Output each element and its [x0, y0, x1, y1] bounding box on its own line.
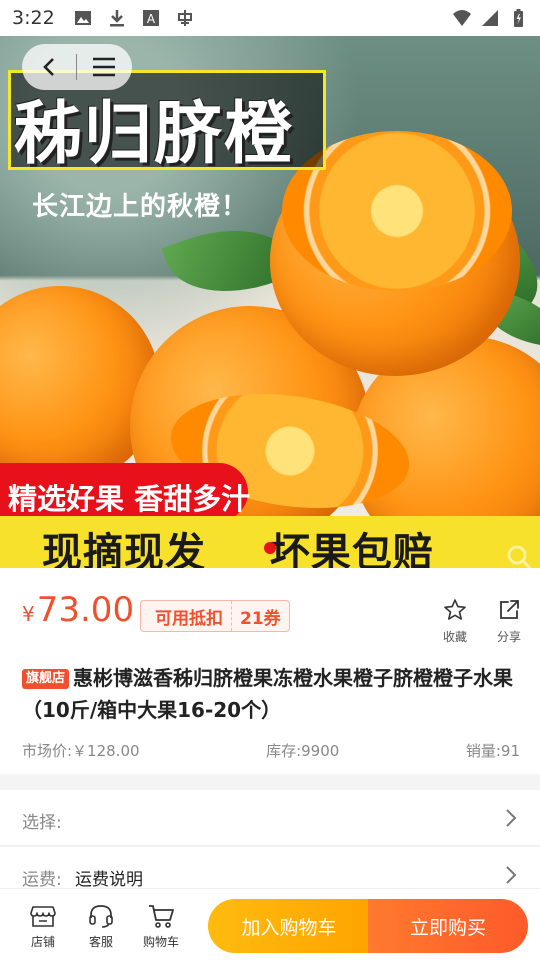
store-icon: [30, 906, 56, 927]
cart-label: 购物车: [142, 935, 179, 949]
chevron-right-icon: [506, 866, 517, 884]
market-price: 市场价:￥128.00: [22, 742, 140, 760]
customer-service-label: 客服: [88, 935, 113, 949]
download-icon: [109, 10, 124, 27]
coupon-label: 可用抵扣: [141, 601, 232, 631]
shipping-label: 运费:: [22, 870, 62, 890]
shipping-value: 运费说明: [75, 870, 143, 890]
wifi-icon: [453, 10, 471, 26]
product-title: 旗舰店 惠彬博滋香秭归脐橙果冻橙水果橙子脐橙橙子水果（10斤/箱中大果16-20个…: [22, 662, 522, 726]
coupon-value: 21券: [240, 608, 281, 629]
svg-text:A: A: [147, 12, 156, 26]
back-button[interactable]: [22, 44, 76, 90]
coupon-badge[interactable]: 可用抵扣 21券: [140, 600, 290, 632]
currency-symbol: ¥: [22, 602, 35, 626]
status-system-icons: [452, 8, 528, 28]
shopping-cart-icon: [149, 905, 174, 928]
product-title-text: 惠彬博滋香秭归脐橙果冻橙水果橙子脐橙橙子水果（10斤/箱中大果16-20个）: [22, 666, 514, 722]
hero-yellow-banner-text: 现摘现发 坏果包赔: [42, 520, 434, 568]
top-nav-pill: [22, 44, 132, 90]
chevron-right-icon: [506, 809, 517, 827]
store-label: 店铺: [30, 935, 55, 949]
status-notification-icons: A: [73, 8, 195, 28]
buy-now-button[interactable]: 立即购买: [368, 899, 528, 953]
add-to-cart-button[interactable]: 加入购物车: [208, 899, 370, 953]
hero-yellow-banner-left: 现摘现发: [42, 530, 206, 568]
share-icon: [500, 600, 519, 619]
share-button[interactable]: 分享: [489, 598, 529, 645]
menu-button[interactable]: [77, 44, 131, 90]
bottom-action-bar: 店铺 客服 购物车 加入购物车 立即购买: [0, 888, 540, 960]
font-a-icon: A: [142, 10, 159, 26]
price-value: 73.00: [36, 590, 135, 630]
price: ¥ 73.00: [22, 590, 134, 630]
cart-button[interactable]: 购物车: [136, 903, 186, 950]
hamburger-menu-icon: [93, 57, 115, 77]
flagship-store-tag: 旗舰店: [22, 669, 70, 689]
status-time: 3:22: [12, 7, 55, 29]
sales-count: 销量:91: [465, 742, 520, 760]
image-icon: [74, 11, 91, 25]
status-bar: 3:22 A: [0, 0, 540, 36]
customer-service-button[interactable]: 客服: [76, 903, 126, 950]
stock: 库存:9900: [266, 742, 340, 760]
product-detail-page: 3:22 A 秭归脐橙 长江边上的秋橙！ 精选好果 香甜多汁 现摘现发 坏果包赔…: [0, 0, 540, 960]
product-image-carousel[interactable]: 秭归脐橙 长江边上的秋橙！ 精选好果 香甜多汁 现摘现发 坏果包赔: [0, 36, 540, 568]
select-spec-row[interactable]: 选择:: [0, 790, 540, 846]
signal-icon: [482, 10, 498, 26]
favorite-button[interactable]: 收藏: [435, 598, 475, 645]
store-button[interactable]: 店铺: [18, 903, 68, 950]
chevron-left-icon: [43, 58, 54, 76]
favorite-label: 收藏: [442, 630, 467, 644]
product-info-card: ¥ 73.00 可用抵扣 21券 收藏 分享 旗舰店 惠彬博滋香秭归脐橙果冻橙水果…: [0, 568, 540, 774]
battery-icon: [514, 9, 523, 27]
hero-red-banner-text: 精选好果 香甜多汁: [8, 482, 251, 516]
hero-separator-dot: [264, 542, 276, 554]
hero-subtitle: 长江边上的秋橙！: [32, 192, 249, 222]
star-icon: [444, 599, 466, 620]
share-label: 分享: [496, 630, 521, 644]
headset-icon: [89, 905, 113, 928]
app-badge-icon: [177, 10, 192, 26]
hero-title: 秭归脐橙: [14, 95, 295, 174]
search-icon[interactable]: [506, 544, 532, 568]
product-meta: 市场价:￥128.00 库存:9900 销量:91: [22, 740, 520, 761]
hero-yellow-banner-right: 坏果包赔: [269, 530, 434, 568]
select-label: 选择:: [22, 813, 62, 833]
